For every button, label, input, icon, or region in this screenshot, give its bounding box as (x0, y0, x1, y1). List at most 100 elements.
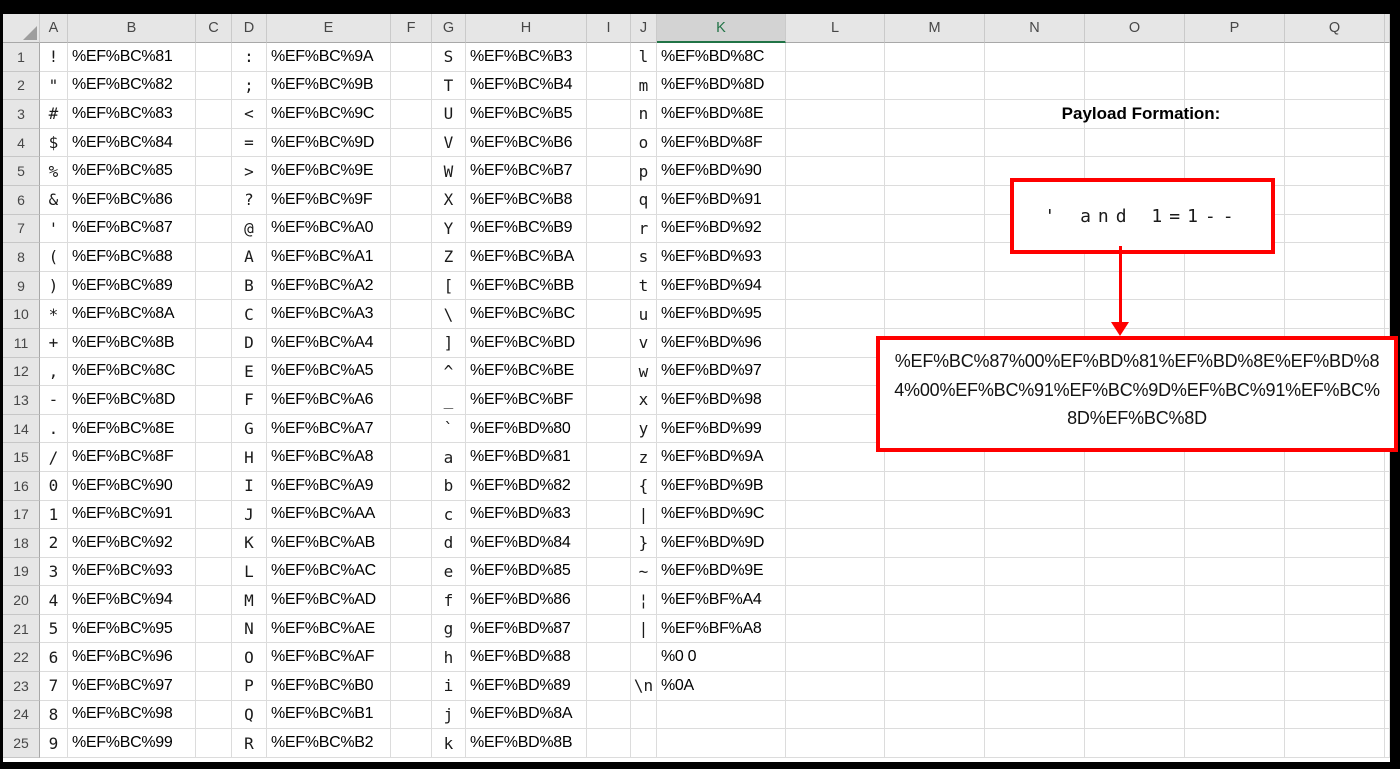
cell-Q10[interactable] (1285, 300, 1385, 329)
cell-N12[interactable] (985, 357, 1085, 387)
cell-L23[interactable] (786, 672, 885, 701)
cell-I12[interactable] (587, 357, 631, 387)
cell-K9[interactable]: %EF%BD%94 (657, 271, 786, 301)
row-header-15[interactable]: 15 (3, 443, 40, 472)
cell-L3[interactable] (786, 100, 885, 129)
row-header-4[interactable]: 4 (3, 128, 40, 158)
cell-H3[interactable]: %EF%BC%B5 (466, 100, 587, 129)
cell-G8[interactable]: Z (432, 243, 466, 272)
cell-Q8[interactable] (1285, 243, 1385, 272)
column-header-J[interactable]: J (631, 14, 657, 43)
row-header-3[interactable]: 3 (3, 100, 40, 129)
cell-H4[interactable]: %EF%BC%B6 (466, 128, 587, 158)
cell-G4[interactable]: V (432, 128, 466, 158)
cell-F18[interactable] (391, 529, 432, 558)
cell-K10[interactable]: %EF%BD%95 (657, 300, 786, 329)
cell-Q14[interactable] (1285, 414, 1385, 444)
cell-F22[interactable] (391, 643, 432, 673)
cell-L15[interactable] (786, 443, 885, 472)
cell-E12[interactable]: %EF%BC%A5 (267, 357, 391, 387)
cell-J23[interactable]: \n (631, 672, 657, 701)
cell-L12[interactable] (786, 357, 885, 387)
cell-E4[interactable]: %EF%BC%9D (267, 128, 391, 158)
cell-H25[interactable]: %EF%BD%8B (466, 729, 587, 758)
cell-G20[interactable]: f (432, 586, 466, 615)
cell-H18[interactable]: %EF%BD%84 (466, 529, 587, 558)
cell-M17[interactable] (885, 500, 985, 530)
cell-A21[interactable]: 5 (40, 614, 68, 644)
cell-A9[interactable]: ) (40, 271, 68, 301)
cell-D21[interactable]: N (232, 614, 267, 644)
column-header-P[interactable]: P (1185, 14, 1285, 43)
cell-C6[interactable] (196, 185, 232, 215)
cell-N5[interactable] (985, 157, 1085, 186)
cell-D1[interactable]: : (232, 43, 267, 72)
cell-N17[interactable] (985, 500, 1085, 530)
cell-D3[interactable]: < (232, 100, 267, 129)
cell-M16[interactable] (885, 471, 985, 501)
cell-G7[interactable]: Y (432, 214, 466, 244)
row-header-17[interactable]: 17 (3, 500, 40, 530)
cell-O12[interactable] (1085, 357, 1185, 387)
cell-I15[interactable] (587, 443, 631, 472)
cell-K23[interactable]: %0A (657, 672, 786, 701)
cell-L7[interactable] (786, 214, 885, 244)
row-header-7[interactable]: 7 (3, 214, 40, 244)
row-header-10[interactable]: 10 (3, 300, 40, 329)
cell-D6[interactable]: ? (232, 185, 267, 215)
cell-E24[interactable]: %EF%BC%B1 (267, 700, 391, 730)
cell-L1[interactable] (786, 43, 885, 72)
cell-B12[interactable]: %EF%BC%8C (68, 357, 196, 387)
cell-K15[interactable]: %EF%BD%9A (657, 443, 786, 472)
cell-D15[interactable]: H (232, 443, 267, 472)
cell-M8[interactable] (885, 243, 985, 272)
cell-I5[interactable] (587, 157, 631, 186)
column-header-I[interactable]: I (587, 14, 631, 43)
cell-H21[interactable]: %EF%BD%87 (466, 614, 587, 644)
cell-F1[interactable] (391, 43, 432, 72)
cell-N14[interactable] (985, 414, 1085, 444)
cell-F2[interactable] (391, 71, 432, 101)
cell-B21[interactable]: %EF%BC%95 (68, 614, 196, 644)
cell-J4[interactable]: o (631, 128, 657, 158)
cell-B9[interactable]: %EF%BC%89 (68, 271, 196, 301)
cell-O25[interactable] (1085, 729, 1185, 758)
cell-M25[interactable] (885, 729, 985, 758)
cell-L2[interactable] (786, 71, 885, 101)
cell-I19[interactable] (587, 557, 631, 587)
cell-F15[interactable] (391, 443, 432, 472)
cell-B16[interactable]: %EF%BC%90 (68, 471, 196, 501)
cell-D5[interactable]: > (232, 157, 267, 186)
cell-O8[interactable] (1085, 243, 1185, 272)
cell-B13[interactable]: %EF%BC%8D (68, 386, 196, 415)
cell-Q21[interactable] (1285, 614, 1385, 644)
cell-J9[interactable]: t (631, 271, 657, 301)
cell-Q19[interactable] (1285, 557, 1385, 587)
cell-C23[interactable] (196, 672, 232, 701)
cell-K5[interactable]: %EF%BD%90 (657, 157, 786, 186)
cell-A13[interactable]: - (40, 386, 68, 415)
cell-H11[interactable]: %EF%BC%BD (466, 328, 587, 358)
cell-E2[interactable]: %EF%BC%9B (267, 71, 391, 101)
cell-M20[interactable] (885, 586, 985, 615)
cell-D13[interactable]: F (232, 386, 267, 415)
cell-A10[interactable]: * (40, 300, 68, 329)
cell-N9[interactable] (985, 271, 1085, 301)
cell-O13[interactable] (1085, 386, 1185, 415)
cell-N4[interactable] (985, 128, 1085, 158)
cell-I18[interactable] (587, 529, 631, 558)
cell-D4[interactable]: = (232, 128, 267, 158)
cell-A4[interactable]: $ (40, 128, 68, 158)
cell-L22[interactable] (786, 643, 885, 673)
cell-I1[interactable] (587, 43, 631, 72)
cell-P15[interactable] (1185, 443, 1285, 472)
cell-K16[interactable]: %EF%BD%9B (657, 471, 786, 501)
row-header-1[interactable]: 1 (3, 43, 40, 72)
cell-G11[interactable]: ] (432, 328, 466, 358)
cell-Q2[interactable] (1285, 71, 1385, 101)
cell-N21[interactable] (985, 614, 1085, 644)
cell-A18[interactable]: 2 (40, 529, 68, 558)
cell-O2[interactable] (1085, 71, 1185, 101)
cell-G18[interactable]: d (432, 529, 466, 558)
cell-B18[interactable]: %EF%BC%92 (68, 529, 196, 558)
